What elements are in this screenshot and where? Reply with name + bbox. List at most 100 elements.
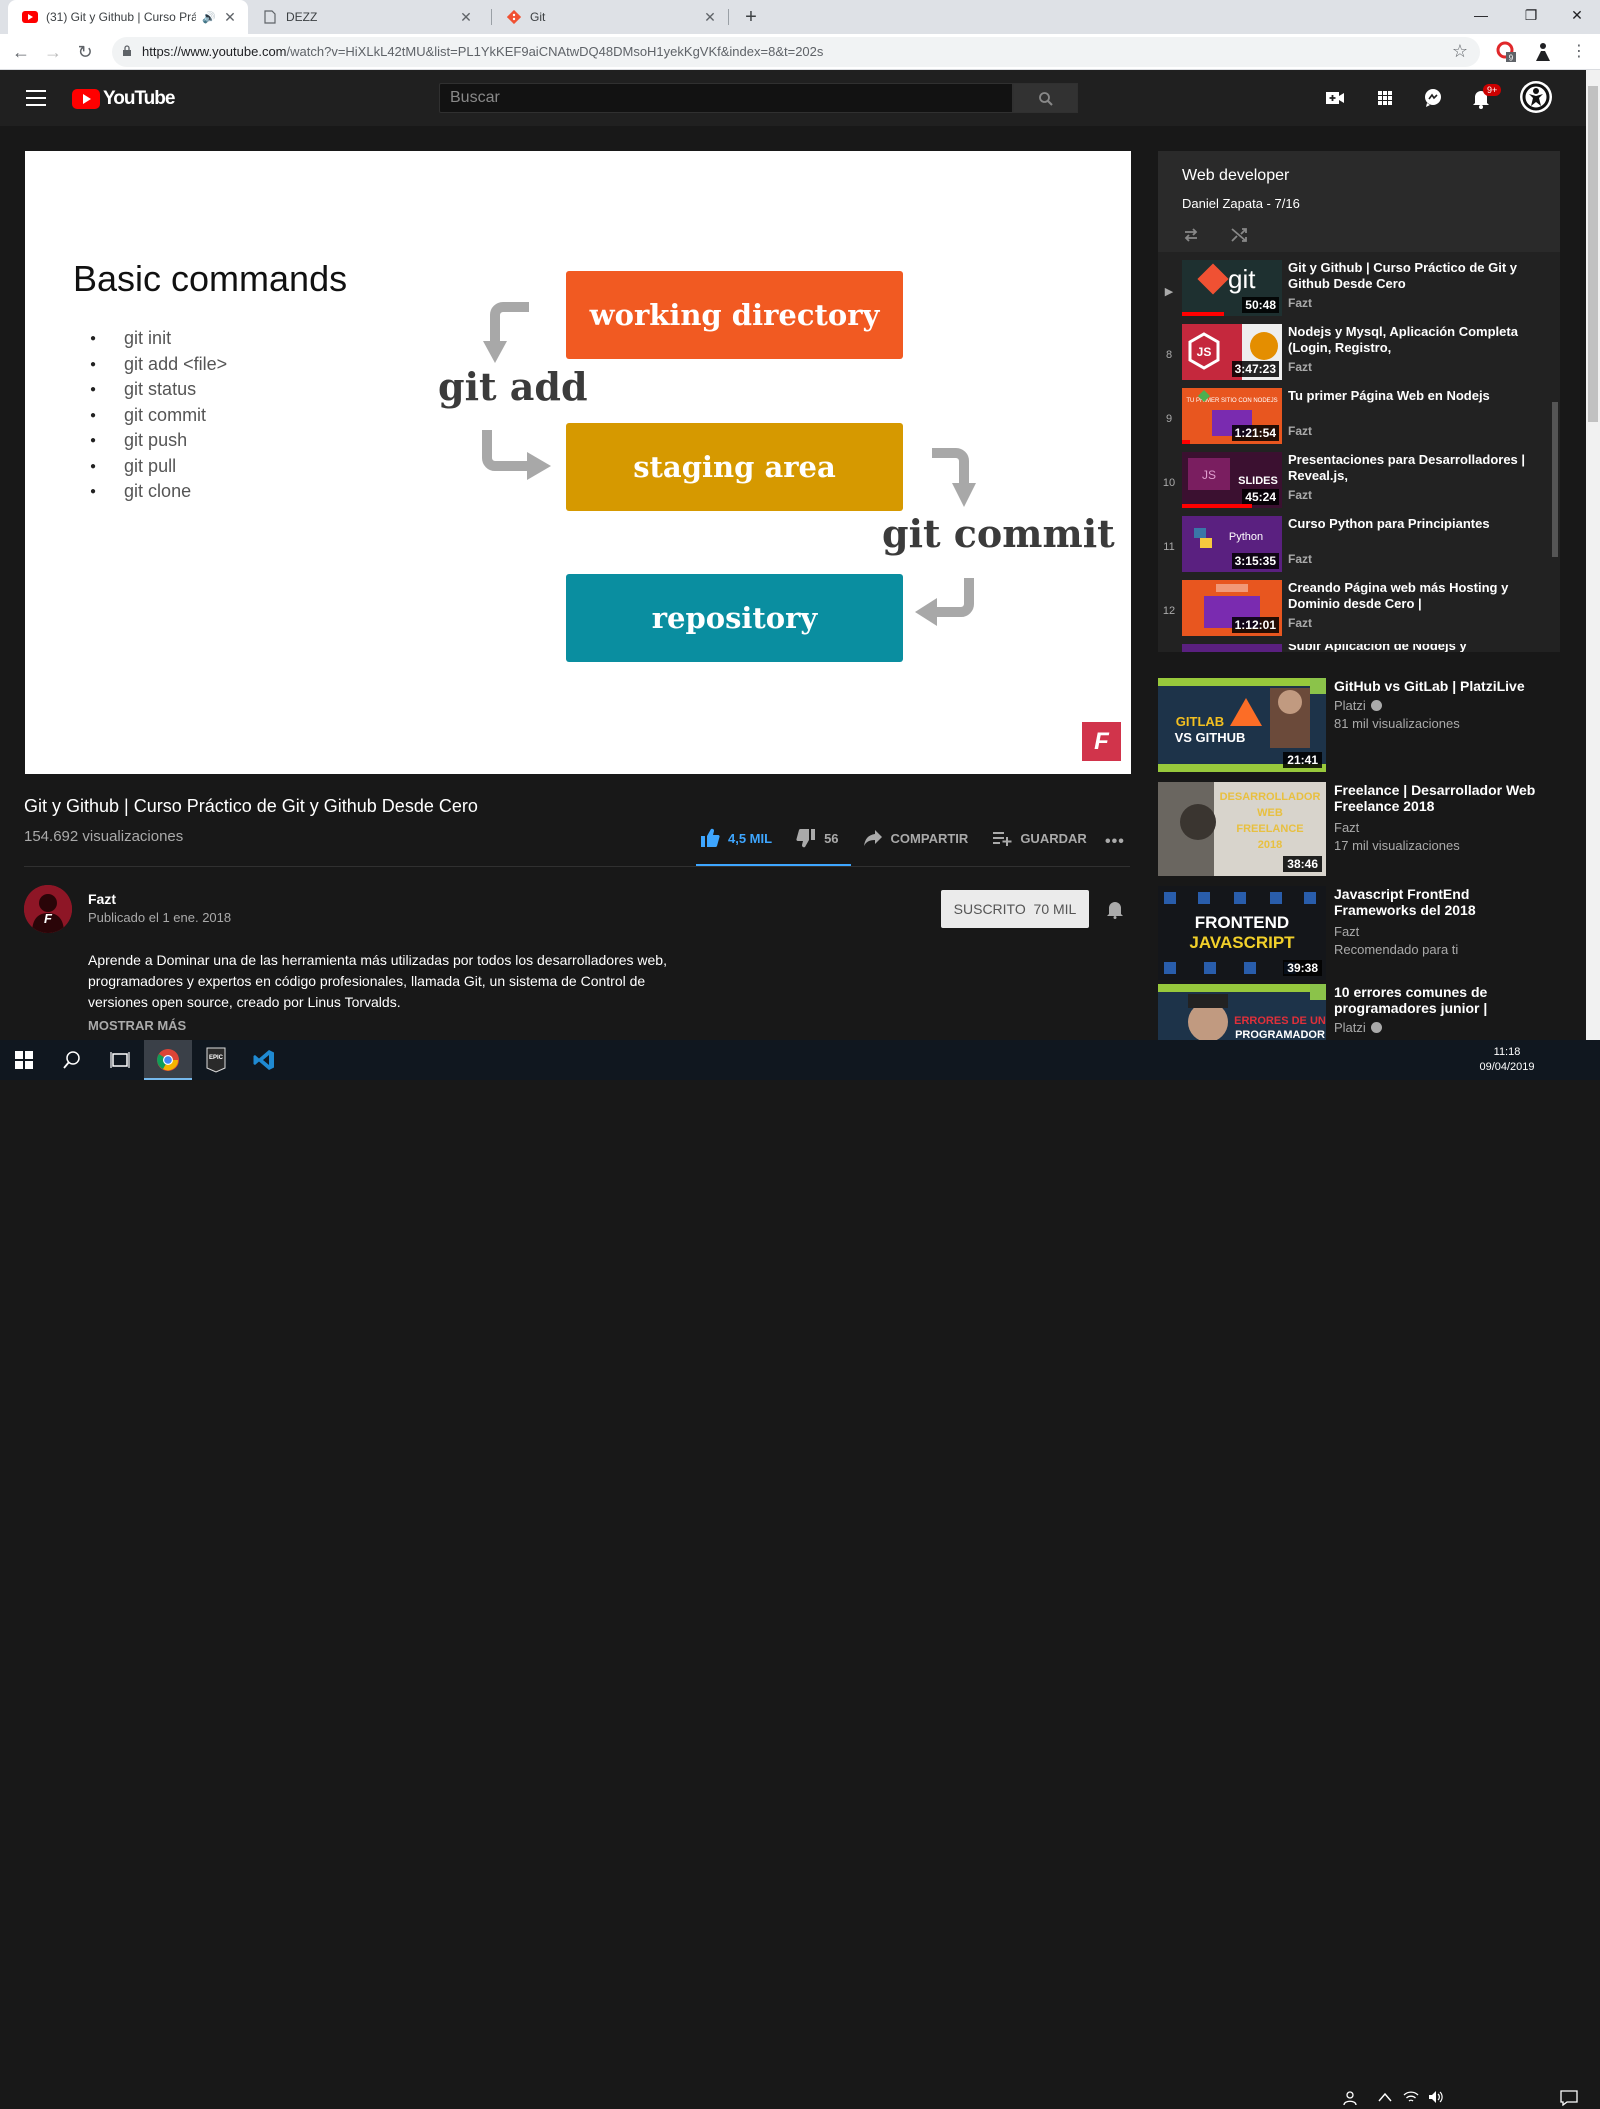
- playlist-item-channel: Fazt: [1288, 552, 1312, 566]
- epic-games-icon[interactable]: EPIC: [192, 1040, 240, 1080]
- divider: [24, 866, 1130, 867]
- youtube-masthead: YouTube: [0, 70, 1586, 126]
- new-tab-button[interactable]: +: [738, 4, 764, 30]
- more-actions-icon[interactable]: •••: [1105, 833, 1125, 851]
- playlist-item[interactable]: ▶ git 50:48 Git y Github | Curso Práctic…: [1158, 260, 1552, 324]
- rec-channel-name: Fazt: [1334, 924, 1360, 939]
- save-button[interactable]: GUARDAR: [992, 829, 1087, 847]
- playlist-item[interactable]: 10 JS SLIDES 45:24 Presentaciones para De…: [1158, 452, 1552, 516]
- video-thumbnail: FRONTEND JAVASCRIPT 39:38: [1158, 886, 1326, 980]
- playlist-title[interactable]: Web developer: [1182, 167, 1289, 185]
- apps-icon[interactable]: [1373, 86, 1397, 110]
- youtube-logo[interactable]: YouTube: [72, 88, 175, 110]
- wifi-icon[interactable]: [1403, 2090, 1419, 2107]
- page-scrollbar[interactable]: [1586, 70, 1600, 1040]
- search-icon[interactable]: [48, 1040, 96, 1080]
- video-player[interactable]: Basic commands git init git add <file> g…: [25, 151, 1131, 774]
- recommended-video[interactable]: GITLAB VS GITHUB 21:41 GitHub vs GitLab |…: [1158, 678, 1560, 772]
- search-input[interactable]: [440, 84, 1012, 112]
- tab-git[interactable]: Git ✕: [492, 0, 728, 34]
- playlist-add-icon: [993, 832, 1012, 846]
- playlist-item[interactable]: 11 Python 3:15:35 Curso Python para Prin…: [1158, 516, 1552, 580]
- maximize-button[interactable]: ❐: [1508, 0, 1554, 30]
- playlist-item-channel: Fazt: [1288, 296, 1312, 310]
- chrome-taskbar-icon[interactable]: [144, 1040, 192, 1080]
- slide-title: Basic commands: [73, 258, 348, 299]
- duration: 1:12:01: [1231, 617, 1279, 633]
- arrow-left-icon: [915, 578, 974, 626]
- dislike-button[interactable]: 56: [796, 828, 839, 848]
- task-view-icon[interactable]: [96, 1040, 144, 1080]
- svg-text:DESARROLLADOR: DESARROLLADOR: [1220, 791, 1321, 803]
- system-clock[interactable]: 11:18 09/04/2019: [1464, 1045, 1550, 1075]
- share-button[interactable]: COMPARTIR: [863, 829, 969, 847]
- close-tab-icon[interactable]: ✕: [222, 9, 238, 26]
- command-item: git pull: [90, 454, 227, 480]
- tray-chevron-up-icon[interactable]: [1378, 2090, 1392, 2106]
- scrollbar-thumb[interactable]: [1588, 86, 1598, 422]
- loop-icon[interactable]: [1180, 224, 1202, 246]
- recommended-video[interactable]: FRONTEND JAVASCRIPT 39:38 Javascript Fron…: [1158, 886, 1560, 980]
- svg-text:JAVASCRIPT: JAVASCRIPT: [1189, 933, 1295, 952]
- forward-button[interactable]: →: [40, 39, 66, 65]
- watch-progress: [1182, 312, 1224, 316]
- menu-icon[interactable]: [26, 90, 46, 106]
- subscribed-button[interactable]: SUSCRITO 70 MIL: [941, 890, 1089, 928]
- channel-bell-icon[interactable]: [1105, 899, 1125, 924]
- tab-dezz[interactable]: DEZZ ✕: [248, 0, 484, 34]
- volume-icon[interactable]: [1428, 2090, 1444, 2107]
- search-button[interactable]: [1013, 83, 1078, 113]
- address-bar[interactable]: https://www.youtube.com/watch?v=HiXLkL42…: [112, 37, 1480, 67]
- playlist-scrollbar[interactable]: [1552, 402, 1558, 557]
- svg-text:JS: JS: [1202, 468, 1216, 482]
- tab-youtube[interactable]: (31) Git y Github | Curso Prác 🔊 ✕: [8, 0, 248, 34]
- messages-icon[interactable]: [1421, 86, 1445, 110]
- command-item: git add <file>: [90, 352, 227, 378]
- command-item: git commit: [90, 403, 227, 429]
- close-tab-icon[interactable]: ✕: [702, 9, 718, 26]
- video-thumbnail: DESARROLLADOR WEB FREELANCE 2018 38:46: [1158, 782, 1326, 876]
- url-host: https://www.youtube.com: [142, 44, 287, 59]
- account-avatar[interactable]: [1520, 81, 1552, 113]
- back-button[interactable]: ←: [8, 39, 34, 65]
- rec-meta: 81 mil visualizaciones: [1334, 716, 1460, 731]
- playlist-item[interactable]: 12 1:12:01 Creando Página web más Hostin…: [1158, 580, 1552, 644]
- reload-button[interactable]: ↻: [72, 39, 98, 65]
- like-count: 4,5 MIL: [728, 830, 773, 846]
- playlist-item[interactable]: 8 JS 3:47:23 Nodejs y Mysql, Aplicación …: [1158, 324, 1552, 388]
- extension-icon[interactable]: 9: [1496, 41, 1518, 63]
- create-video-icon[interactable]: [1323, 86, 1347, 110]
- vscode-icon[interactable]: [240, 1040, 288, 1080]
- show-more-link[interactable]: MOSTRAR MÁS: [88, 1018, 186, 1033]
- url-path: /watch?v=HiXLkL42tMU&list=PL1YkKEF9aiCNA…: [286, 44, 824, 59]
- playlist-item[interactable]: 9 TU PRIMER SITIO CON NODEJS 1:21:54 Tu …: [1158, 388, 1552, 452]
- windows-start-icon[interactable]: [0, 1040, 48, 1080]
- clock-date: 09/04/2019: [1479, 1061, 1535, 1073]
- arrow-right-icon: [482, 430, 551, 480]
- minimize-button[interactable]: —: [1458, 0, 1504, 30]
- playlist-item-channel: Fazt: [1288, 488, 1312, 502]
- people-icon[interactable]: [1343, 2090, 1359, 2109]
- youtube-icon: [22, 9, 38, 25]
- close-window-button[interactable]: ✕: [1554, 0, 1600, 30]
- bookmark-star-icon[interactable]: ☆: [1452, 41, 1468, 62]
- chrome-menu-icon[interactable]: ⋮: [1566, 39, 1592, 65]
- share-label: COMPARTIR: [890, 830, 969, 846]
- repository-box: repository: [566, 574, 903, 662]
- channel-name[interactable]: Fazt: [88, 891, 116, 907]
- channel-avatar[interactable]: F: [24, 885, 72, 933]
- profile-extension-icon[interactable]: [1532, 41, 1554, 63]
- playlist-item[interactable]: Subir Aplicación de Nodejs y: [1158, 644, 1552, 652]
- video-title: Git y Github | Curso Práctico de Git y G…: [24, 796, 478, 816]
- close-tab-icon[interactable]: ✕: [458, 9, 474, 26]
- view-count: 154.692 visualizaciones: [24, 828, 184, 845]
- video-thumbnail: [1182, 644, 1282, 652]
- publish-date: Publicado el 1 ene. 2018: [88, 910, 232, 925]
- action-center-icon[interactable]: [1560, 2090, 1578, 2109]
- fazt-watermark-logo: F: [1082, 722, 1121, 761]
- shuffle-icon[interactable]: [1228, 224, 1250, 246]
- recommended-video[interactable]: ERRORES DE UN PROGRAMADOR 10 errores comu…: [1158, 984, 1560, 1040]
- like-button[interactable]: 4,5 MIL: [700, 828, 772, 848]
- audio-icon[interactable]: 🔊: [202, 11, 216, 24]
- recommended-video[interactable]: DESARROLLADOR WEB FREELANCE 2018 38:46 Free…: [1158, 782, 1560, 876]
